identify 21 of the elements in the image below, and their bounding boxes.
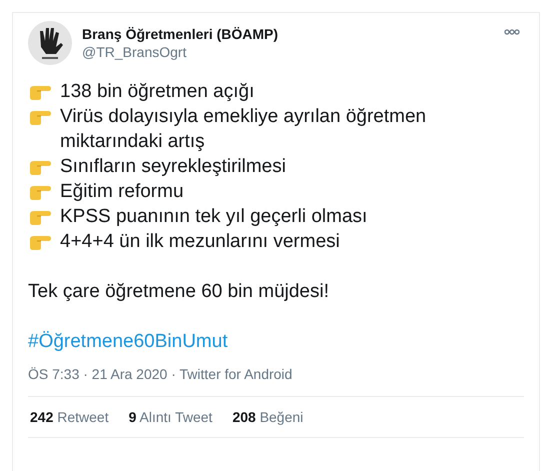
avatar-icon[interactable] [28,21,72,65]
pointing-hand-icon [28,183,52,201]
pointing-hand-icon [28,233,52,251]
stat-link[interactable]: 208 Beğeni [232,409,304,425]
stat-link[interactable]: 9 Alıntı Tweet [128,409,212,425]
tweet-timestamp[interactable]: ÖS 7:33 · 21 Ara 2020 · Twitter for Android [28,366,292,382]
stat-link[interactable]: 242 Retweet [30,409,109,425]
author-name[interactable]: Branş Öğretmenleri (BÖAMP) [82,26,494,42]
tweet-text-line: KPSS puanının tek yıl geçerli olması [60,205,368,229]
pointing-hand-icon [28,108,52,126]
tweet-text-line: 138 bin öğretmen açığı [60,80,254,104]
more-icon[interactable] [504,29,520,35]
tweet-text-line: Tek çare öğretmene 60 bin müjdesi! [28,280,330,304]
pointing-hand-icon [28,158,52,176]
tweet-text-line: Virüs dolayısıyla emekliye ayrılan öğretmen miktarındaki artış [60,105,428,154]
author-handle[interactable]: @TR_BransOgrt [82,44,494,60]
pointing-hand-icon [28,208,52,226]
pointing-hand-icon [28,83,52,101]
tweet-text-line: Eğitim reformu [60,180,184,204]
tweet-text-line: 4+4+4 ün ilk mezunlarını vermesi [60,230,340,254]
tweet-text-line: Sınıfların seyrekleştirilmesi [60,155,286,179]
